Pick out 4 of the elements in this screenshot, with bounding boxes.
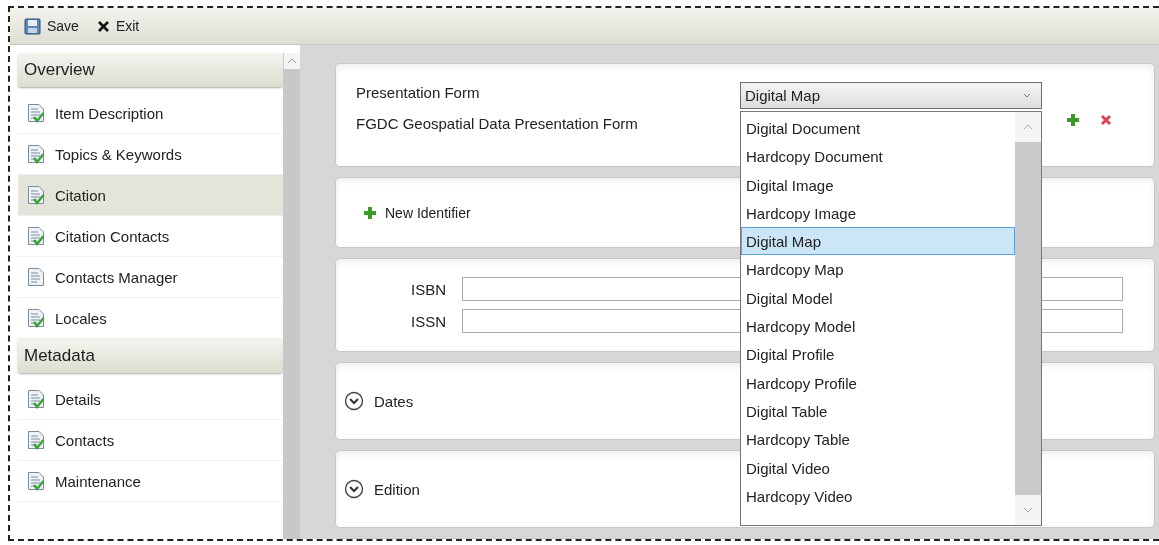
field-label: FGDC Geospatial Data Presentation Form <box>356 115 638 132</box>
field-label: ISSN <box>410 312 446 330</box>
field-label: Presentation Form <box>356 84 480 101</box>
field-label: ISBN <box>410 280 446 298</box>
